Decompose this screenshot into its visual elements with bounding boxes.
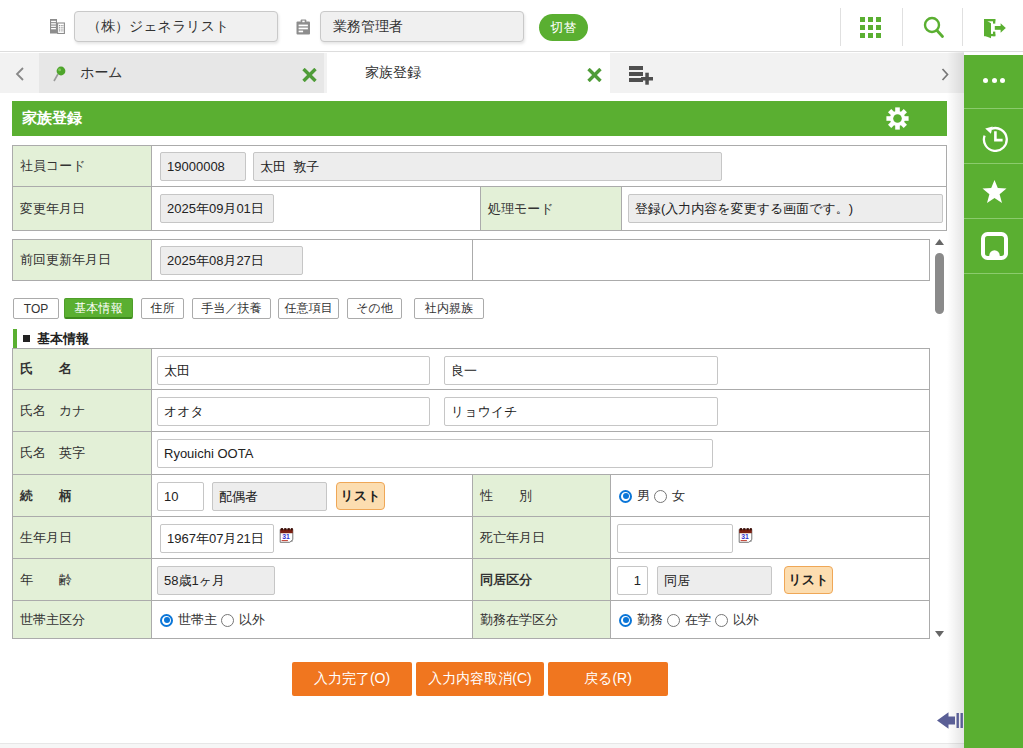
svg-text:31: 31 bbox=[282, 533, 290, 540]
svg-text:31: 31 bbox=[741, 533, 749, 540]
